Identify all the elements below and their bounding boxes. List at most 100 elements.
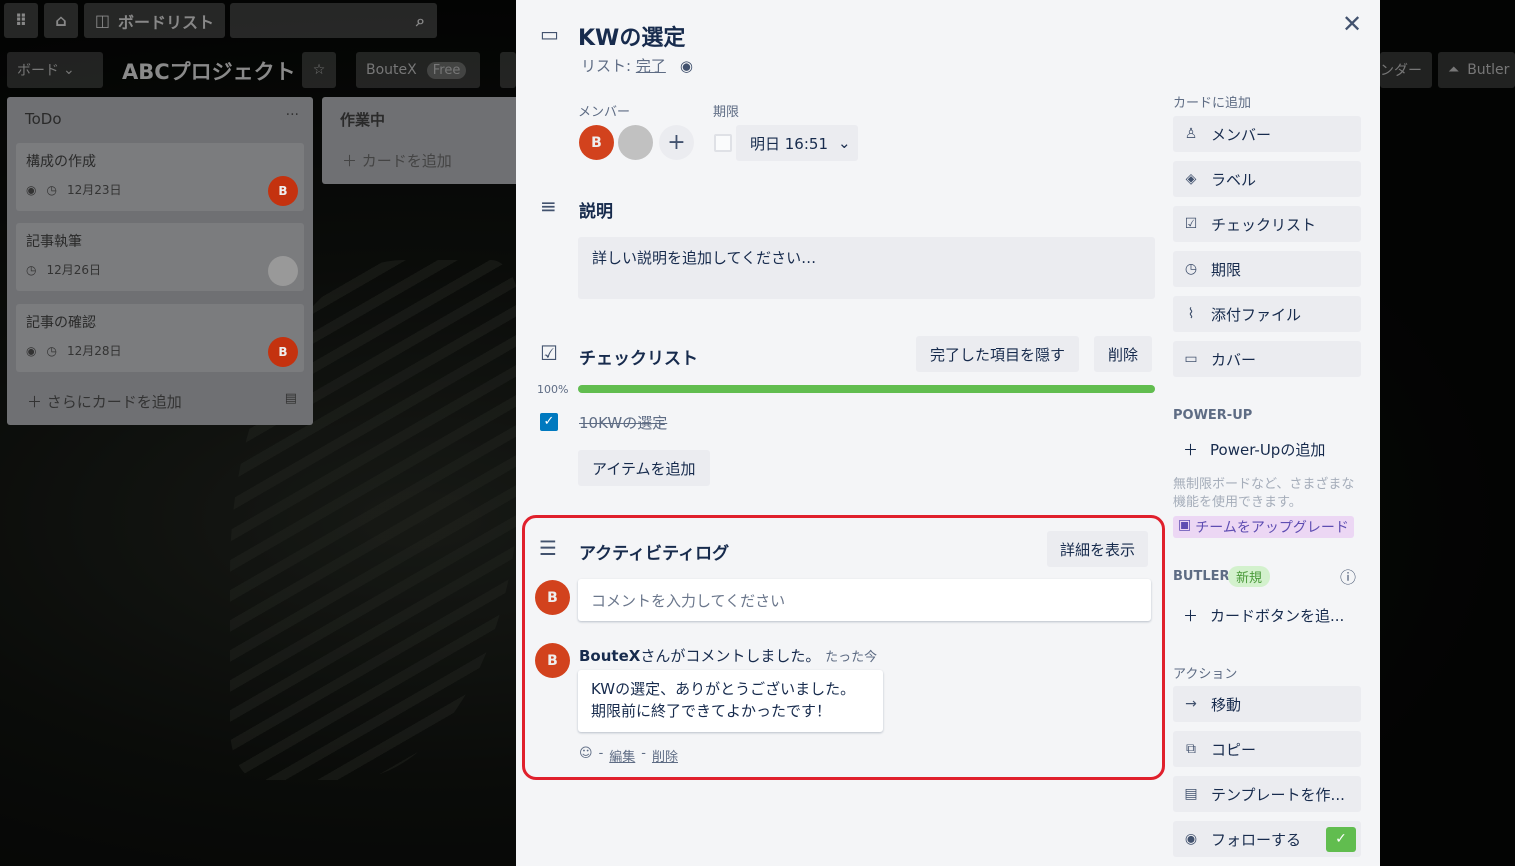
boards-button[interactable]: ◫ ボードリスト <box>84 3 225 38</box>
card-title[interactable]: KWの選定 <box>578 20 685 52</box>
member-avatar[interactable] <box>618 125 653 160</box>
description-input[interactable]: 詳しい説明を追加してください… <box>578 237 1155 299</box>
board-view-switcher[interactable]: ボード ⌄ <box>7 52 103 88</box>
sidebar-button-template[interactable]: ▤ テンプレートを作... <box>1173 776 1361 812</box>
close-icon[interactable]: ✕ <box>1342 10 1362 38</box>
sidebar-button-paperclip[interactable]: ⌇ 添付ファイル <box>1173 296 1361 332</box>
arrow-right-icon: → <box>1185 696 1197 712</box>
apps-button[interactable]: ⠿ <box>4 3 38 38</box>
sidebar-button-cover[interactable]: ▭ カバー <box>1173 341 1361 377</box>
activity-heading: アクティビティログ <box>579 544 730 564</box>
hide-checked-button[interactable]: 完了した項目を隠す <box>916 336 1080 372</box>
board-button-partial[interactable] <box>500 52 516 88</box>
sidebar-button-copy[interactable]: ⧉ コピー <box>1173 731 1361 767</box>
clock-icon: ◷ <box>46 182 57 197</box>
list-link[interactable]: 完了 <box>636 57 666 75</box>
card[interactable]: 構成の作成 ◉ ◷ 12月23日 B <box>16 143 304 211</box>
template-icon[interactable]: ▤ <box>285 391 297 406</box>
upgrade-team-button[interactable]: ▣ チームをアップグレード <box>1173 516 1354 538</box>
comment-line: KWの選定、ありがとうございました。 <box>591 680 856 698</box>
powerup-note: 無制限ボードなど、さまざまな 機能を使用できます。 <box>1173 476 1354 512</box>
sidebar-button-arrow-right[interactable]: → 移動 <box>1173 686 1361 722</box>
add-powerup-button[interactable]: ＋ Power-Upの追加 <box>1183 439 1325 460</box>
sidebar-button-clock[interactable]: ◷ 期限 <box>1173 251 1361 287</box>
checklist-item[interactable]: 10KWの選定 <box>579 412 667 433</box>
edit-comment-link[interactable]: 編集 <box>609 746 635 765</box>
boards-label: ボードリスト <box>118 12 215 32</box>
actions-heading: アクション <box>1173 667 1238 682</box>
separator: - <box>641 746 646 761</box>
due-value: 明日 16:51 <box>750 134 828 153</box>
bell-icon: ⏶ <box>1448 62 1460 78</box>
plus-icon: ＋ <box>1183 607 1199 625</box>
due-complete-checkbox[interactable] <box>714 134 732 152</box>
tag-icon: ◈ <box>1185 171 1197 187</box>
add-card-button[interactable]: ＋ さらにカードを追加 <box>27 391 182 412</box>
sidebar-button-label: コピー <box>1211 740 1257 759</box>
info-icon[interactable]: ⓘ <box>1340 564 1356 588</box>
butler-button[interactable]: ⏶ Butler <box>1438 52 1515 88</box>
comment-actions: ☺ - 編集 - 削除 <box>579 746 678 765</box>
home-icon: ⌂ <box>55 11 67 30</box>
avatar <box>268 256 298 286</box>
checklist-progress-bar <box>578 385 1155 393</box>
due-date-button[interactable]: 明日 16:51 ⌄ <box>736 125 858 161</box>
checklist-item-checkbox[interactable]: ✓ <box>540 413 558 431</box>
sidebar-button-label: テンプレートを作... <box>1211 785 1345 804</box>
description-heading: 説明 <box>579 202 613 222</box>
board-title[interactable]: ABCプロジェクト <box>122 56 296 92</box>
members-label: メンバー <box>578 105 631 120</box>
avatar: B <box>535 580 570 615</box>
add-item-button[interactable]: アイテムを追加 <box>578 450 710 486</box>
comment-author[interactable]: BouteX <box>579 647 640 665</box>
card[interactable]: 記事執筆 ◷ 12月26日 <box>16 223 304 291</box>
add-card-button[interactable]: ＋ カードを追加 <box>342 150 452 171</box>
add-card-button-label: カードボタンを追... <box>1210 607 1345 625</box>
chevron-down-icon: ⌄ <box>63 62 75 78</box>
powerup-heading: POWER-UP <box>1173 408 1253 423</box>
star-icon: ☆ <box>312 62 326 78</box>
comment-time[interactable]: たった今 <box>825 650 877 665</box>
home-button[interactable]: ⌂ <box>44 3 78 38</box>
clock-icon: ◷ <box>46 343 57 358</box>
workspace-button[interactable]: BouteX Free <box>356 52 480 88</box>
emoji-icon[interactable]: ☺ <box>579 746 593 765</box>
list-in-progress: 作業中 ＋ カードを追加 <box>322 97 516 184</box>
chevron-down-icon: ⌄ <box>838 134 851 152</box>
card-title: 記事執筆 <box>26 234 82 250</box>
plus-icon: ＋ <box>1183 441 1199 459</box>
clock-icon: ◷ <box>1184 261 1198 277</box>
butler-heading: BUTLER <box>1173 569 1230 584</box>
sidebar-button-person[interactable]: ♙ メンバー <box>1173 116 1361 152</box>
search-icon: ⌕ <box>416 10 425 30</box>
card[interactable]: 記事の確認 ◉ ◷ 12月28日 B <box>16 304 304 372</box>
person-icon: ♙ <box>1184 126 1198 142</box>
progress-fill <box>578 385 1155 393</box>
comment-input[interactable]: コメントを入力してください <box>578 579 1151 621</box>
add-card-button-button[interactable]: ＋ カードボタンを追... <box>1183 605 1344 626</box>
delete-comment-link[interactable]: 削除 <box>652 746 678 765</box>
card-icon: ▭ <box>540 22 559 46</box>
briefcase-icon: ▣ <box>1178 517 1192 533</box>
sidebar-button-checkbox[interactable]: ☑ チェックリスト <box>1173 206 1361 242</box>
add-powerup-label: Power-Upの追加 <box>1210 441 1326 459</box>
checklist-heading: チェックリスト <box>579 349 698 369</box>
add-member-button[interactable]: + <box>659 125 694 160</box>
search-input[interactable]: ⌕ <box>230 3 437 38</box>
avatar: B <box>268 337 298 367</box>
delete-checklist-button[interactable]: 削除 <box>1094 336 1153 372</box>
due-date: 12月23日 <box>66 183 122 197</box>
eye-icon: ◉ <box>26 343 37 358</box>
list-menu-button[interactable]: ··· <box>286 107 299 123</box>
star-button[interactable]: ☆ <box>302 52 336 88</box>
card-title: 記事の確認 <box>26 315 96 331</box>
checklist-icon: ☑ <box>540 341 558 365</box>
show-details-button[interactable]: 詳細を表示 <box>1047 531 1149 567</box>
sidebar-button-label: 期限 <box>1211 260 1242 279</box>
calendar-button[interactable]: ンダー <box>1380 52 1432 88</box>
description-icon: ≡ <box>540 194 557 218</box>
card-detail-modal: ▭ KWの選定 リスト: 完了 ◉ ✕ メンバー B + 期限 明日 16:51 ⌄… <box>516 0 1380 866</box>
sidebar-button-tag[interactable]: ◈ ラベル <box>1173 161 1361 197</box>
due-date: 12月26日 <box>46 263 102 277</box>
member-avatar[interactable]: B <box>579 125 614 160</box>
